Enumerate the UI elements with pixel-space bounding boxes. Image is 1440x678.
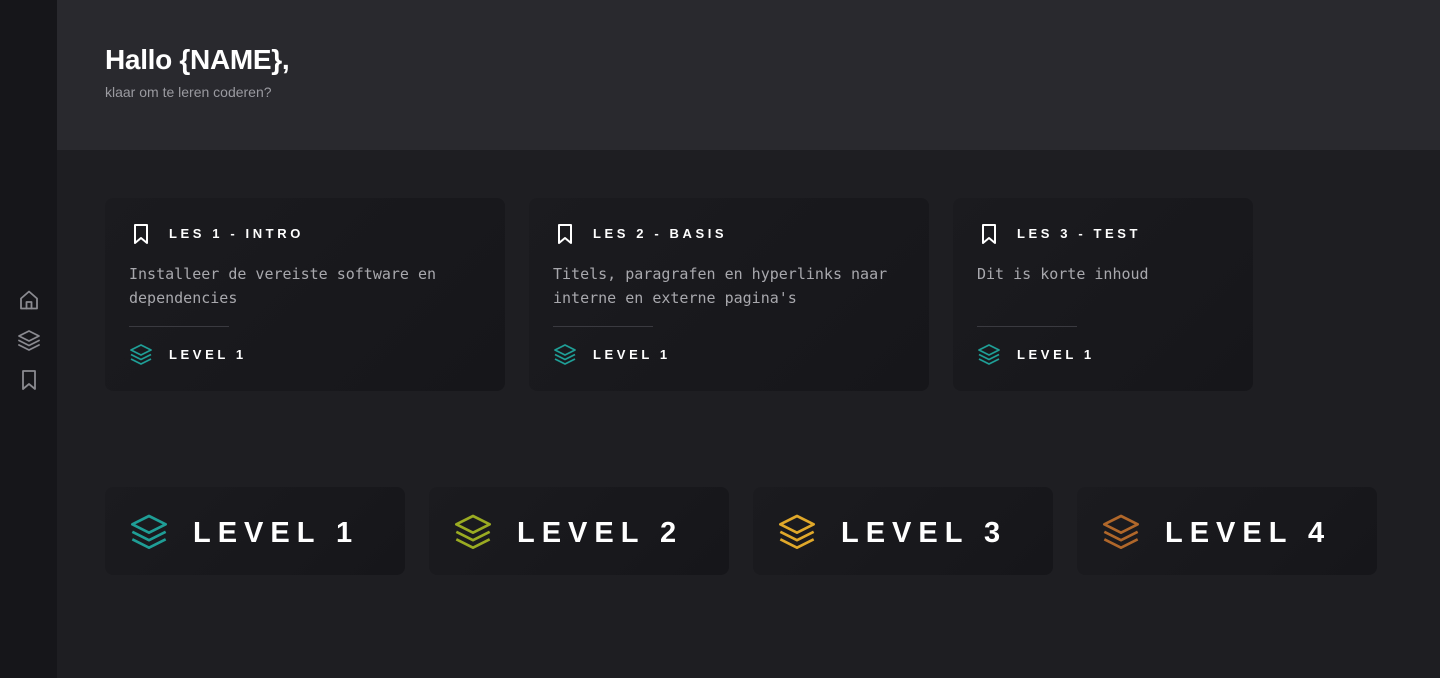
lesson-description: Titels, paragrafen en hyperlinks naar in… (553, 265, 888, 307)
lesson-title: LES 2 - BASIS (593, 226, 728, 241)
main-content: Hallo {NAME}, klaar om te leren coderen?… (57, 0, 1440, 678)
lesson-card[interactable]: LES 3 - TEST Dit is korte inhoud LEVEL 1 (953, 198, 1253, 391)
layers-icon (1103, 514, 1139, 549)
layers-icon (131, 514, 168, 549)
layers-icon (130, 344, 152, 365)
sidebar (0, 0, 57, 678)
layers-icon (779, 514, 815, 549)
lesson-title: LES 3 - TEST (1017, 226, 1142, 241)
welcome-header: Hallo {NAME}, klaar om te leren coderen? (57, 0, 1440, 150)
divider (553, 326, 653, 327)
level-label: LEVEL 3 (841, 517, 1008, 549)
lesson-card[interactable]: LES 1 - INTRO Installeer de vereiste sof… (105, 198, 505, 391)
lesson-description: Dit is korte inhoud (977, 265, 1149, 283)
divider (977, 326, 1077, 327)
lesson-card[interactable]: LES 2 - BASIS Titels, paragrafen en hype… (529, 198, 929, 391)
greeting-subtitle: klaar om te leren coderen? (105, 84, 272, 100)
divider (129, 326, 229, 327)
lesson-level-label: LEVEL 1 (1017, 347, 1095, 362)
layers-icon (455, 514, 491, 549)
lesson-description: Installeer de vereiste software en depen… (129, 265, 437, 307)
bookmark-icon[interactable] (553, 222, 577, 246)
layers-icon[interactable] (17, 328, 41, 352)
level-card-1[interactable]: LEVEL 1 (105, 487, 405, 575)
level-card-4[interactable]: LEVEL 4 (1077, 487, 1377, 575)
layers-icon (978, 344, 1000, 365)
bookmark-icon[interactable] (129, 222, 153, 246)
level-card-3[interactable]: LEVEL 3 (753, 487, 1053, 575)
lesson-level-label: LEVEL 1 (169, 347, 247, 362)
level-label: LEVEL 2 (517, 517, 684, 549)
layers-icon (554, 344, 576, 365)
bookmark-icon[interactable] (17, 368, 41, 392)
level-label: LEVEL 1 (193, 517, 360, 549)
bookmark-icon[interactable] (977, 222, 1001, 246)
lesson-level-label: LEVEL 1 (593, 347, 671, 362)
home-icon[interactable] (17, 288, 41, 312)
level-label: LEVEL 4 (1165, 517, 1332, 549)
greeting-title: Hallo {NAME}, (105, 44, 290, 75)
lesson-title: LES 1 - INTRO (169, 226, 304, 241)
level-card-2[interactable]: LEVEL 2 (429, 487, 729, 575)
